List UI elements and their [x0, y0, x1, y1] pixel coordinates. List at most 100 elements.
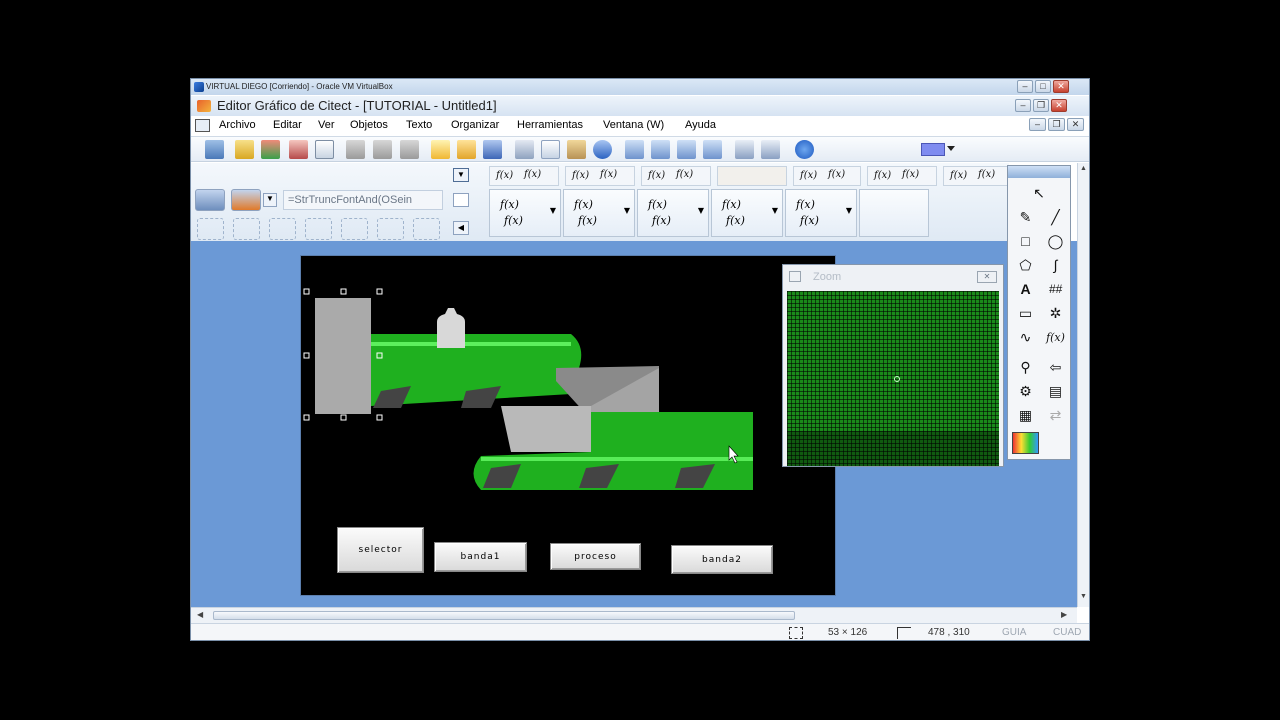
banda1-button[interactable]: banda1 — [434, 542, 527, 572]
maximize-icon[interactable]: □ — [1035, 80, 1051, 93]
close-icon[interactable]: ✕ — [1053, 80, 1069, 93]
project-explorer-icon[interactable] — [205, 140, 224, 159]
link-icon[interactable]: ⇄ — [1042, 404, 1069, 426]
chevron-down-icon[interactable]: ▼ — [550, 206, 556, 215]
proceso-button[interactable]: proceso — [550, 543, 641, 570]
rectangle-icon[interactable]: □ — [1012, 230, 1039, 252]
menu-ayuda[interactable]: Ayuda — [685, 119, 716, 131]
menu-objetos[interactable]: Objetos — [350, 119, 388, 131]
fx-button[interactable]: f(x) f(x) ▼ — [637, 189, 709, 237]
minimize-icon[interactable]: – — [1029, 118, 1046, 131]
activex-icon[interactable]: ⚙ — [1012, 380, 1039, 402]
zoom-window[interactable]: Zoom ✕ — [782, 264, 1004, 467]
distribute-icon[interactable] — [761, 140, 780, 159]
polygon-icon[interactable]: ⬠ — [1012, 254, 1039, 276]
chevron-down-icon[interactable]: ▼ — [698, 206, 704, 215]
arrow-shape-icon[interactable]: ⇦ — [1042, 356, 1069, 378]
fx-button[interactable]: f(x) f(x) ▼ — [489, 189, 561, 237]
fx-toolbar-group[interactable]: f(x) f(x) — [565, 166, 635, 186]
chevron-left-icon[interactable]: ◀ — [197, 610, 203, 619]
fx-toolbar-group[interactable]: f(x) f(x) — [793, 166, 861, 186]
chevron-down-icon[interactable]: ▼ — [772, 206, 778, 215]
fx-toolbar-group[interactable]: f(x) f(x) — [943, 166, 1009, 186]
menu-herramientas[interactable]: Herramientas — [517, 119, 583, 131]
pencil-icon[interactable]: ✎ — [1012, 206, 1039, 228]
checkbox[interactable] — [453, 193, 469, 207]
palette-titlebar[interactable] — [1008, 166, 1070, 178]
menu-archivo[interactable]: Archivo — [219, 119, 256, 131]
restore-icon[interactable]: ❐ — [1048, 118, 1065, 131]
fx-toolbar-group[interactable]: f(x) f(x) — [641, 166, 711, 186]
number-icon[interactable]: ## — [1042, 278, 1069, 300]
align-icon[interactable] — [735, 140, 754, 159]
copy-icon[interactable] — [541, 140, 560, 159]
menu-ventana[interactable]: Ventana (W) — [603, 119, 664, 131]
line-icon[interactable]: ╱ — [1042, 206, 1069, 228]
chevron-right-icon[interactable]: ▶ — [1061, 610, 1067, 619]
fx-toolbar-group[interactable]: f(x) f(x) — [867, 166, 937, 186]
banda2-button[interactable]: banda2 — [671, 545, 773, 574]
table-icon[interactable]: ▦ — [1012, 404, 1039, 426]
help-icon[interactable] — [795, 140, 814, 159]
chevron-up-icon[interactable]: ▲ — [1080, 165, 1087, 172]
page-icon[interactable] — [373, 140, 392, 159]
close-icon[interactable]: ✕ — [1051, 99, 1067, 112]
fx-button[interactable]: f(x) f(x) ▼ — [711, 189, 783, 237]
pipe-icon[interactable]: ∫ — [1042, 254, 1069, 276]
menu-texto[interactable]: Texto — [406, 119, 432, 131]
notebook-icon[interactable] — [235, 140, 254, 159]
pointer-icon[interactable]: ↖ — [1010, 182, 1068, 204]
graphics-page-canvas[interactable]: selector banda1 proceso banda2 — [300, 255, 836, 596]
text-icon[interactable]: A — [1012, 278, 1039, 300]
fx-button[interactable]: f(x) f(x) ▼ — [563, 189, 635, 237]
chevron-left-icon[interactable]: ◀ — [453, 221, 469, 235]
fx-toolbar-empty[interactable] — [717, 166, 787, 186]
trend-icon[interactable]: ∿ — [1012, 326, 1039, 348]
bring-to-front-icon[interactable] — [625, 140, 644, 159]
save-icon[interactable] — [483, 140, 502, 159]
brush-icon[interactable] — [231, 189, 261, 211]
fill-color-swatch[interactable] — [921, 143, 945, 156]
menu-ver[interactable]: Ver — [318, 119, 335, 131]
selector-button[interactable]: selector — [337, 527, 424, 573]
color-palette-icon[interactable] — [1012, 432, 1039, 454]
undo-icon[interactable] — [593, 140, 612, 159]
chevron-down-icon[interactable]: ▼ — [624, 206, 630, 215]
list-icon[interactable] — [315, 140, 334, 159]
copy-icon[interactable] — [289, 140, 308, 159]
scroll-thumb[interactable] — [213, 611, 795, 620]
chevron-down-icon[interactable] — [947, 146, 955, 151]
fx-button[interactable]: f(x) f(x) ▼ — [785, 189, 857, 237]
minimize-icon[interactable]: – — [1015, 99, 1031, 112]
minimize-icon[interactable]: – — [1017, 80, 1033, 93]
print-icon[interactable] — [195, 189, 225, 211]
send-to-back-icon[interactable] — [651, 140, 670, 159]
group-icon[interactable] — [677, 140, 696, 159]
paste-icon[interactable] — [567, 140, 586, 159]
page-icon[interactable] — [346, 140, 365, 159]
menu-editar[interactable]: Editar — [273, 119, 302, 131]
restore-icon[interactable]: ❐ — [1033, 99, 1049, 112]
horizontal-scrollbar[interactable]: ◀ ▶ — [191, 607, 1077, 623]
hopper-chute[interactable] — [501, 406, 591, 452]
bottle[interactable] — [437, 308, 465, 348]
button-icon[interactable]: ▭ — [1012, 302, 1039, 324]
chevron-down-icon[interactable]: ▼ — [846, 206, 852, 215]
selected-block[interactable] — [315, 298, 371, 414]
ellipse-icon[interactable]: ◯ — [1042, 230, 1069, 252]
close-icon[interactable]: ✕ — [977, 271, 997, 283]
open-folder-icon[interactable] — [457, 140, 476, 159]
chevron-down-icon[interactable]: ▼ — [453, 168, 469, 182]
symbol-set-icon[interactable]: ✲ — [1042, 302, 1069, 324]
fx-button-empty[interactable] — [859, 189, 929, 237]
expression-field[interactable]: =StrTruncFontAnd(OSein — [283, 190, 443, 210]
new-file-icon[interactable] — [431, 140, 450, 159]
ungroup-icon[interactable] — [703, 140, 722, 159]
menu-organizar[interactable]: Organizar — [451, 119, 499, 131]
zoom-titlebar[interactable]: Zoom ✕ — [783, 265, 1003, 289]
vertical-scrollbar[interactable]: ▲ ▼ — [1077, 163, 1089, 607]
fx-toolbar-group[interactable]: f(x) f(x) — [489, 166, 559, 186]
stamp-icon[interactable]: ⚲ — [1012, 356, 1039, 378]
paint-icon[interactable] — [261, 140, 280, 159]
document-icon[interactable] — [195, 119, 210, 132]
